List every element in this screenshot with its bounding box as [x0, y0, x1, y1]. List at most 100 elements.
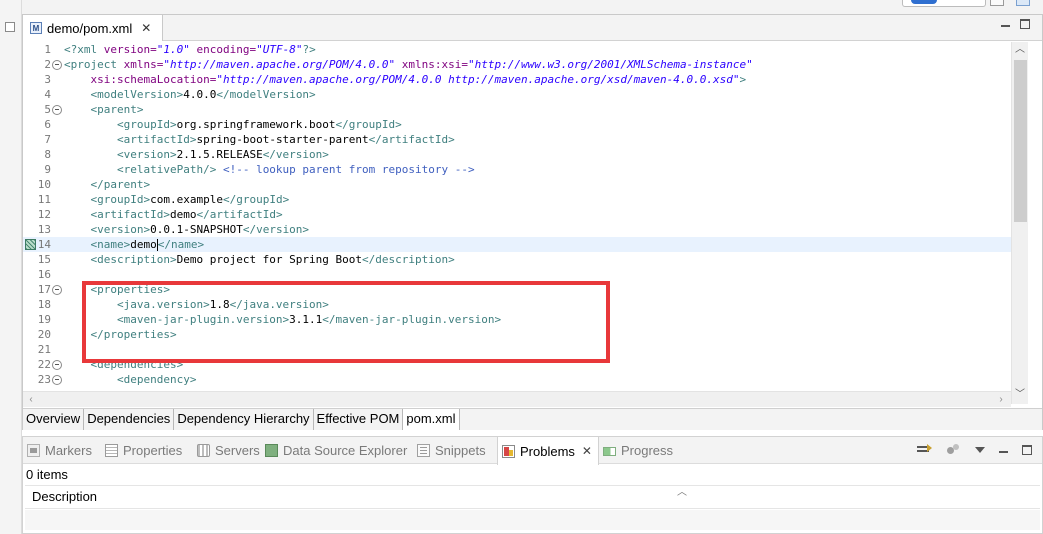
code-line[interactable]: 4 <modelVersion>4.0.0</modelVersion> — [23, 87, 1011, 102]
code-line[interactable]: 20 </properties> — [23, 327, 1011, 342]
vertical-scrollbar[interactable]: ︿ ﹀ — [1011, 42, 1028, 404]
fold-gutter — [52, 240, 62, 250]
code-text: <version>0.0.1-SNAPSHOT</version> — [90, 223, 310, 236]
fold-toggle-icon[interactable] — [52, 359, 62, 370]
java-perspective-icon[interactable] — [1016, 0, 1030, 6]
line-number: 7 — [44, 133, 51, 146]
code-line[interactable]: 16 — [23, 267, 1011, 282]
code-line[interactable]: 6 <groupId>org.springframework.boot</gro… — [23, 117, 1011, 132]
code-line[interactable]: 22 <dependencies> — [23, 357, 1011, 372]
tab-properties[interactable]: Properties — [105, 437, 182, 464]
tab-overview[interactable]: Overview — [23, 409, 85, 430]
code-text: <dependency> — [116, 373, 197, 386]
chevron-down-icon[interactable] — [975, 447, 985, 453]
horizontal-scrollbar[interactable]: ‹ › — [23, 391, 1011, 407]
fold-gutter — [52, 135, 62, 145]
code-line[interactable]: 3 xsi:schemaLocation="http://maven.apach… — [23, 72, 1011, 87]
code-line[interactable]: 19 <maven-jar-plugin.version>3.1.1</mave… — [23, 312, 1011, 327]
code-line[interactable]: 1 <?xml version="1.0" encoding="UTF-8"?> — [23, 42, 1011, 57]
code-line[interactable]: 12 <artifactId>demo</artifactId> — [23, 207, 1011, 222]
problems-panel: Progress Problems ✕ Snippets Data Source Exp… — [22, 436, 1043, 534]
pom-editor: M demo/pom.xml ✕ 1 <?xml version="1.0" en… — [22, 14, 1043, 430]
code-line[interactable]: 21 — [23, 342, 1011, 357]
maximize-icon[interactable] — [1022, 445, 1032, 455]
restore-icon[interactable] — [5, 22, 15, 32]
problems-table-header[interactable]: Description ︿ — [25, 485, 1040, 509]
fold-toggle-icon[interactable] — [52, 284, 62, 295]
tab-data-source-explorer[interactable]: Data Source Explorer — [265, 437, 407, 464]
scroll-up-arrow-icon[interactable]: ︿ — [1012, 42, 1028, 58]
table-row — [25, 510, 1040, 530]
code-text: <version>2.1.5.RELEASE</version> — [116, 148, 329, 161]
tab-effective-pom[interactable]: Effective POM — [313, 409, 404, 430]
code-line[interactable]: 11 <groupId>com.example</groupId> — [23, 192, 1011, 207]
editor-tab-bar: M demo/pom.xml ✕ — [23, 15, 1042, 41]
tab-dependencies[interactable]: Dependencies — [84, 409, 175, 430]
scroll-right-arrow-icon[interactable]: › — [993, 392, 1009, 407]
fold-toggle-icon[interactable] — [52, 104, 62, 115]
minimize-icon[interactable] — [999, 451, 1008, 453]
tab-problems[interactable]: Problems ✕ — [497, 437, 599, 465]
snippets-icon — [417, 444, 430, 457]
code-text: <groupId>com.example</groupId> — [90, 193, 290, 206]
filter-icon[interactable] — [947, 444, 961, 456]
fold-gutter — [52, 90, 62, 100]
fold-gutter — [52, 255, 62, 265]
code-line[interactable]: 17 <properties> — [23, 282, 1011, 297]
vertical-scroll-thumb[interactable] — [1014, 60, 1027, 222]
tab-label: Problems — [520, 443, 575, 459]
line-number: 6 — [44, 118, 51, 131]
panel-tab-bar: Progress Problems ✕ Snippets Data Source Exp… — [23, 437, 1042, 465]
line-number: 20 — [37, 328, 51, 341]
code-line[interactable]: 23 <dependency> — [23, 372, 1011, 387]
code-line[interactable]: 10 </parent> — [23, 177, 1011, 192]
fold-gutter — [52, 195, 62, 205]
tab-markers[interactable]: Markers — [27, 437, 92, 464]
fold-gutter — [52, 150, 62, 160]
tab-pom-xml[interactable]: pom.xml — [403, 409, 460, 430]
minimize-icon[interactable] — [1001, 25, 1010, 27]
line-number: 3 — [44, 73, 51, 86]
code-text-area[interactable]: 1 <?xml version="1.0" encoding="UTF-8"?> 2… — [23, 42, 1011, 404]
pom-editor-page-tabs: Overview Dependencies Dependency Hierarchy… — [23, 408, 1042, 430]
code-line[interactable]: 9 <relativePath/> <!-- lookup parent fro… — [23, 162, 1011, 177]
code-line[interactable]: 8 <version>2.1.5.RELEASE</version> — [23, 147, 1011, 162]
code-line[interactable]: 13 <version>0.0.1-SNAPSHOT</version> — [23, 222, 1011, 237]
scroll-down-arrow-icon[interactable]: ﹀ — [1012, 387, 1028, 403]
line-number: 12 — [37, 208, 51, 221]
tab-dependency-hierarchy[interactable]: Dependency Hierarchy — [174, 409, 314, 430]
close-tab-icon[interactable]: ✕ — [582, 444, 592, 458]
top-toolbar-strip — [22, 0, 1043, 14]
code-line[interactable]: 15 <description>Demo project for Spring … — [23, 252, 1011, 267]
line-number: 15 — [37, 253, 51, 266]
open-perspective-icon[interactable] — [990, 0, 1004, 6]
code-line[interactable]: 7 <artifactId>spring-boot-starter-parent… — [23, 132, 1011, 147]
tab-label: Properties — [123, 443, 183, 458]
close-tab-icon[interactable]: ✕ — [141, 21, 151, 35]
description-column-header[interactable]: Description — [32, 489, 97, 504]
tab-label: Snippets — [435, 443, 486, 458]
fold-toggle-icon[interactable] — [52, 374, 62, 385]
fold-gutter — [52, 75, 62, 85]
quick-access-field[interactable] — [902, 0, 986, 7]
tab-servers[interactable]: Servers — [197, 437, 260, 464]
code-text: <properties> — [90, 283, 170, 296]
tab-progress[interactable]: Progress — [603, 437, 673, 464]
code-text: <parent> — [90, 103, 144, 116]
maven-file-icon: M — [30, 22, 42, 34]
maximize-icon[interactable] — [1020, 19, 1030, 29]
fold-toggle-icon[interactable] — [52, 59, 62, 70]
code-line[interactable]: 5 <parent> — [23, 102, 1011, 117]
scroll-left-arrow-icon[interactable]: ‹ — [23, 392, 39, 407]
code-line[interactable]: 18 <java.version>1.8</java.version> — [23, 297, 1011, 312]
editor-tab-pom-xml[interactable]: M demo/pom.xml ✕ — [23, 15, 163, 41]
markers-icon — [27, 444, 40, 457]
tab-snippets[interactable]: Snippets — [417, 437, 486, 464]
view-menu-icon[interactable] — [917, 443, 933, 457]
fold-gutter — [52, 345, 62, 355]
code-line[interactable]: 2 <project xmlns="http://maven.apache.org… — [23, 57, 1011, 72]
code-line[interactable]: 14 <name>demo</name> — [23, 237, 1011, 252]
line-number: 17 — [37, 283, 51, 296]
code-text: <artifactId>spring-boot-starter-parent</… — [116, 133, 455, 146]
code-text: <?xml version="1.0" encoding="UTF-8"?> — [64, 43, 316, 56]
